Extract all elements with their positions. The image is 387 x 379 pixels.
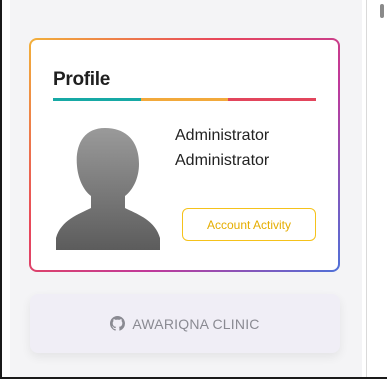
user-last-name: Administrator: [175, 152, 270, 169]
underline-teal-segment: [53, 98, 141, 101]
panel-divider: [366, 0, 367, 377]
profile-card-body: Profile Administrator Administrator Acco…: [31, 40, 338, 270]
user-silhouette-icon: [56, 128, 160, 250]
profile-title: Profile: [53, 69, 111, 90]
github-icon: [110, 316, 126, 331]
underline-red-segment: [228, 98, 317, 101]
scrollbar-thumb[interactable]: [380, 4, 384, 18]
user-first-name: Administrator: [175, 127, 270, 144]
clinic-button[interactable]: AWARIQNA CLINIC: [30, 294, 340, 353]
underline-orange-segment: [140, 98, 229, 101]
account-activity-button[interactable]: Account Activity: [182, 208, 316, 241]
profile-card: Profile Administrator Administrator Acco…: [29, 38, 340, 272]
clinic-label: AWARIQNA CLINIC: [132, 315, 260, 332]
title-underline: [53, 98, 317, 101]
